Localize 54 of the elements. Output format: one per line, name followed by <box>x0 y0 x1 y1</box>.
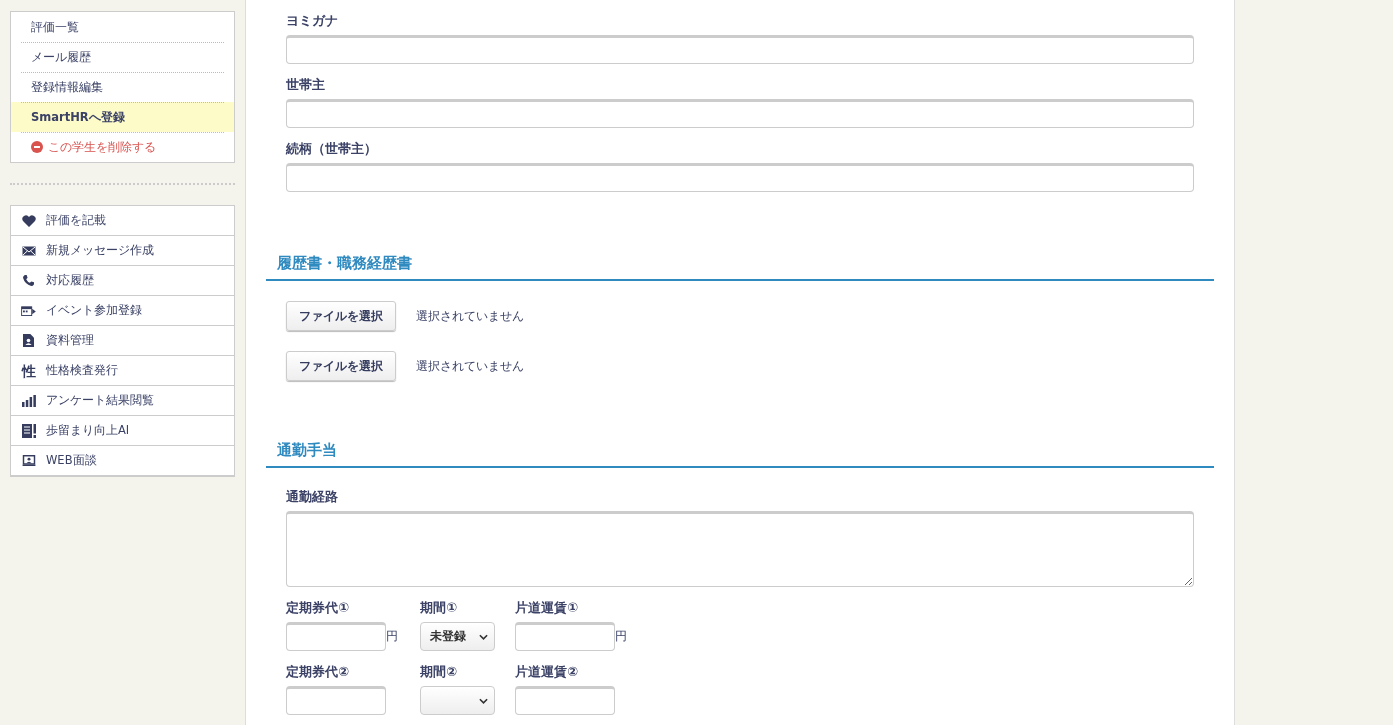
section-heading: 履歴書・職務経歴書 <box>266 254 1214 281</box>
side-menu-item[interactable]: 評価一覧 <box>11 12 234 42</box>
amount-input-field[interactable] <box>286 686 386 715</box>
chevron-down-icon <box>479 697 488 704</box>
character-icon: 性 <box>21 363 36 378</box>
amount-input-field[interactable] <box>286 622 386 651</box>
heart-icon <box>21 214 36 227</box>
period-select[interactable]: 未登録 <box>420 622 495 651</box>
document-icon <box>23 334 34 347</box>
section-heading: 通勤手当 <box>266 441 1214 468</box>
action-menu-item[interactable]: 資料管理 <box>11 326 234 356</box>
action-menu-item[interactable]: WEB面談 <box>11 446 234 475</box>
calendar-icon <box>21 305 36 316</box>
action-menu-item[interactable]: 性 性格検査発行 <box>11 356 234 386</box>
document-exclamation-icon <box>21 423 36 438</box>
side-menu-item[interactable]: メール履歴 <box>11 42 234 72</box>
route-textarea[interactable] <box>286 511 1194 587</box>
minus-circle-icon <box>31 141 43 153</box>
bar-chart-icon <box>21 394 36 407</box>
side-menu-item[interactable]: 登録情報編集 <box>11 72 234 102</box>
envelope-icon <box>21 245 36 256</box>
field-label: ヨミガナ <box>286 12 339 30</box>
unit-label: 円 <box>386 628 398 645</box>
side-menu-item[interactable]: SmartHRへ登録 <box>11 102 234 132</box>
action-menu-item[interactable]: 歩留まり向上AI <box>11 416 234 446</box>
side-menu-item[interactable]: この学生を削除する <box>11 132 234 162</box>
choose-file-button[interactable]: ファイルを選択 <box>286 301 396 331</box>
amount-input-field[interactable] <box>515 686 615 715</box>
field-label: 期間① <box>420 599 458 617</box>
file-status-text: 選択されていません <box>416 307 524 325</box>
action-menu-item[interactable]: イベント参加登録 <box>11 296 234 326</box>
text-input-field[interactable] <box>286 99 1194 128</box>
field-label: 片道運賃① <box>515 599 579 617</box>
field-label: 世帯主 <box>286 76 326 94</box>
file-status-text: 選択されていません <box>416 357 524 375</box>
monitor-person-icon <box>21 455 36 466</box>
chevron-down-icon <box>479 633 488 640</box>
action-menu-item[interactable]: 評価を記載 <box>11 206 234 236</box>
action-menu-item[interactable]: アンケート結果閲覧 <box>11 386 234 416</box>
period-select[interactable] <box>420 686 495 715</box>
field-label: 通勤経路 <box>286 488 339 506</box>
field-label: 定期券代② <box>286 663 350 681</box>
unit-label: 円 <box>615 628 627 645</box>
choose-file-button[interactable]: ファイルを選択 <box>286 351 396 381</box>
text-input-field[interactable] <box>286 163 1194 192</box>
field-label: 期間② <box>420 663 458 681</box>
amount-input-field[interactable] <box>515 622 615 651</box>
phone-icon <box>23 275 34 286</box>
field-label: 片道運賃② <box>515 663 579 681</box>
action-menu-item[interactable]: 新規メッセージ作成 <box>11 236 234 266</box>
field-label: 定期券代① <box>286 599 350 617</box>
field-label: 続柄（世帯主） <box>286 140 378 158</box>
text-input-field[interactable] <box>286 35 1194 64</box>
action-menu-item[interactable]: 対応履歴 <box>11 266 234 296</box>
